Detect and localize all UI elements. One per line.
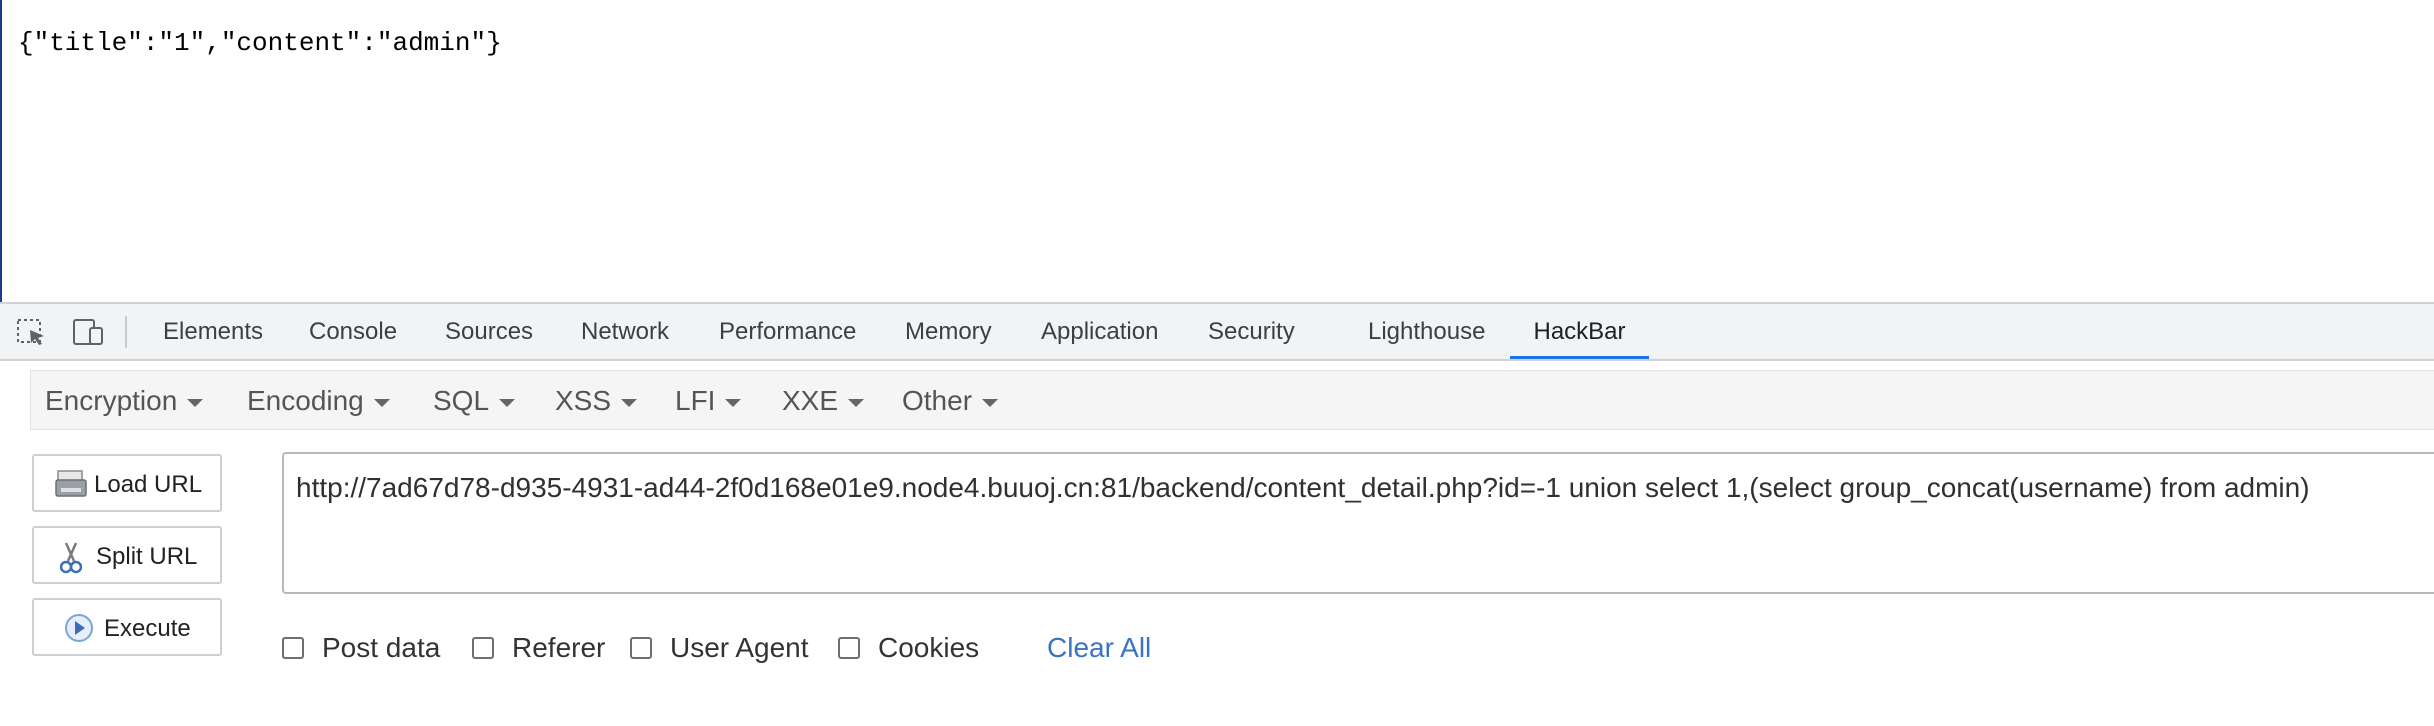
tab-application[interactable]: Application (1041, 304, 1158, 359)
cookies-checkbox[interactable] (838, 637, 860, 659)
inspect-element-icon[interactable] (16, 318, 48, 346)
split-url-icon (60, 542, 82, 574)
menu-sql[interactable]: SQL (433, 371, 516, 431)
json-response-text: {"title":"1","content":"admin"} (18, 28, 502, 58)
caret-down-icon (373, 398, 390, 407)
menu-xss[interactable]: XSS (555, 371, 638, 431)
split-url-label: Split URL (96, 543, 198, 570)
caret-down-icon (848, 398, 865, 407)
clear-all-link[interactable]: Clear All (1047, 632, 1151, 664)
menu-xxe-label: XXE (782, 385, 839, 416)
menu-encoding[interactable]: Encoding (247, 371, 390, 431)
url-textarea[interactable]: http://7ad67d78-d935-4931-ad44-2f0d168e0… (282, 452, 2434, 594)
toolbar-separator (125, 316, 127, 348)
caret-down-icon (621, 398, 638, 407)
caret-down-icon (982, 398, 999, 407)
tab-console[interactable]: Console (309, 304, 397, 359)
menu-sql-label: SQL (433, 385, 490, 416)
menu-xxe[interactable]: XXE (782, 371, 865, 431)
url-value: http://7ad67d78-d935-4931-ad44-2f0d168e0… (296, 472, 2310, 503)
load-url-icon (55, 470, 87, 497)
load-url-label: Load URL (94, 471, 203, 498)
split-url-button[interactable]: Split URL (32, 526, 222, 584)
tab-network[interactable]: Network (581, 304, 669, 359)
caret-down-icon (499, 398, 516, 407)
referer-label: Referer (512, 632, 606, 663)
menu-encryption[interactable]: Encryption (45, 371, 204, 431)
tab-memory[interactable]: Memory (905, 304, 992, 359)
devtools-panel: Elements Console Sources Network Perform… (0, 302, 2434, 726)
menu-lfi[interactable]: LFI (675, 371, 742, 431)
menu-encoding-label: Encoding (247, 385, 364, 416)
menu-encryption-label: Encryption (45, 385, 178, 416)
caret-down-icon (725, 398, 742, 407)
user-agent-label: User Agent (670, 632, 809, 663)
caret-down-icon (187, 398, 204, 407)
execute-label: Execute (104, 615, 191, 642)
hackbar-menu-bar: Encryption Encoding SQL XSS LFI XXE Othe… (30, 370, 2434, 430)
menu-lfi-label: LFI (675, 385, 716, 416)
user-agent-checkbox[interactable] (630, 637, 652, 659)
menu-other-label: Other (902, 385, 973, 416)
tab-elements[interactable]: Elements (163, 304, 263, 359)
tab-security[interactable]: Security (1208, 304, 1295, 359)
post-data-checkbox[interactable] (282, 637, 304, 659)
tab-performance[interactable]: Performance (719, 304, 856, 359)
cookies-label: Cookies (878, 632, 980, 663)
device-toolbar-icon[interactable] (72, 318, 104, 346)
execute-icon (65, 614, 93, 642)
devtools-tab-bar: Elements Console Sources Network Perform… (0, 302, 2434, 361)
post-data-label: Post data (322, 632, 441, 663)
load-url-button[interactable]: Load URL (32, 454, 222, 512)
menu-other[interactable]: Other (902, 371, 999, 431)
tab-lighthouse[interactable]: Lighthouse (1368, 304, 1485, 359)
execute-button[interactable]: Execute (32, 598, 222, 656)
menu-xss-label: XSS (555, 385, 612, 416)
referer-checkbox[interactable] (472, 637, 494, 659)
tab-hackbar[interactable]: HackBar (1510, 304, 1649, 359)
tab-sources[interactable]: Sources (445, 304, 533, 359)
